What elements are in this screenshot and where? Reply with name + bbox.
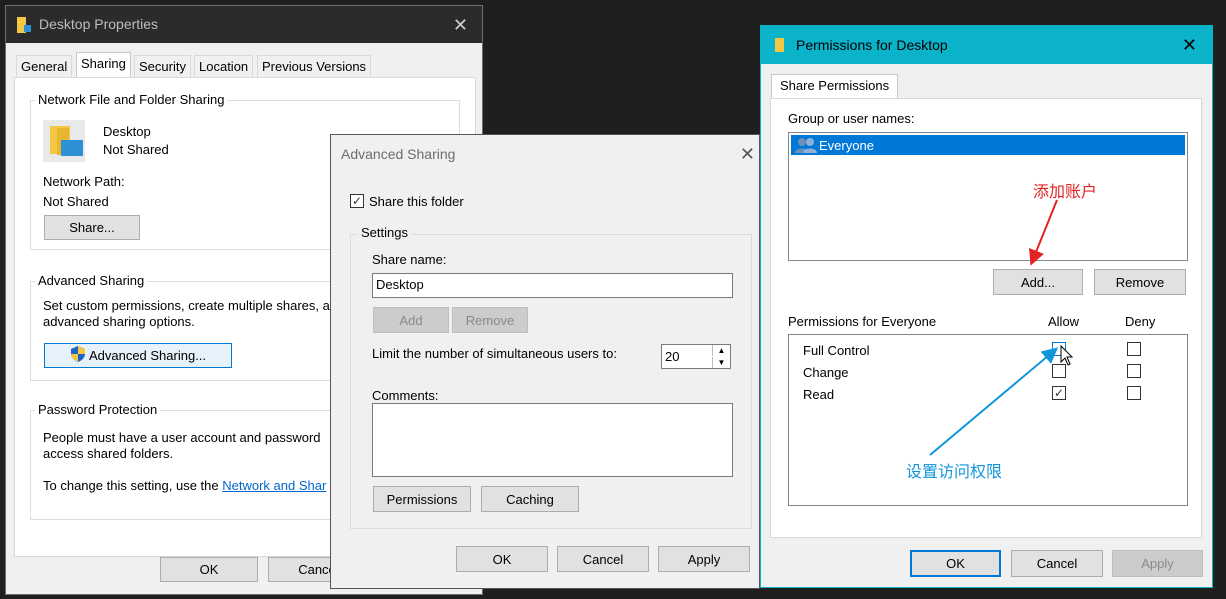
add-account-annotation: 添加账户 bbox=[1033, 184, 1098, 201]
mouse-cursor-icon bbox=[1060, 344, 1074, 366]
set-permissions-arrow bbox=[929, 347, 1059, 456]
add-account-arrow bbox=[1029, 199, 1058, 266]
set-permissions-annotation: 设置访问权限 bbox=[906, 464, 1003, 481]
annotation-arrows bbox=[929, 199, 1074, 456]
